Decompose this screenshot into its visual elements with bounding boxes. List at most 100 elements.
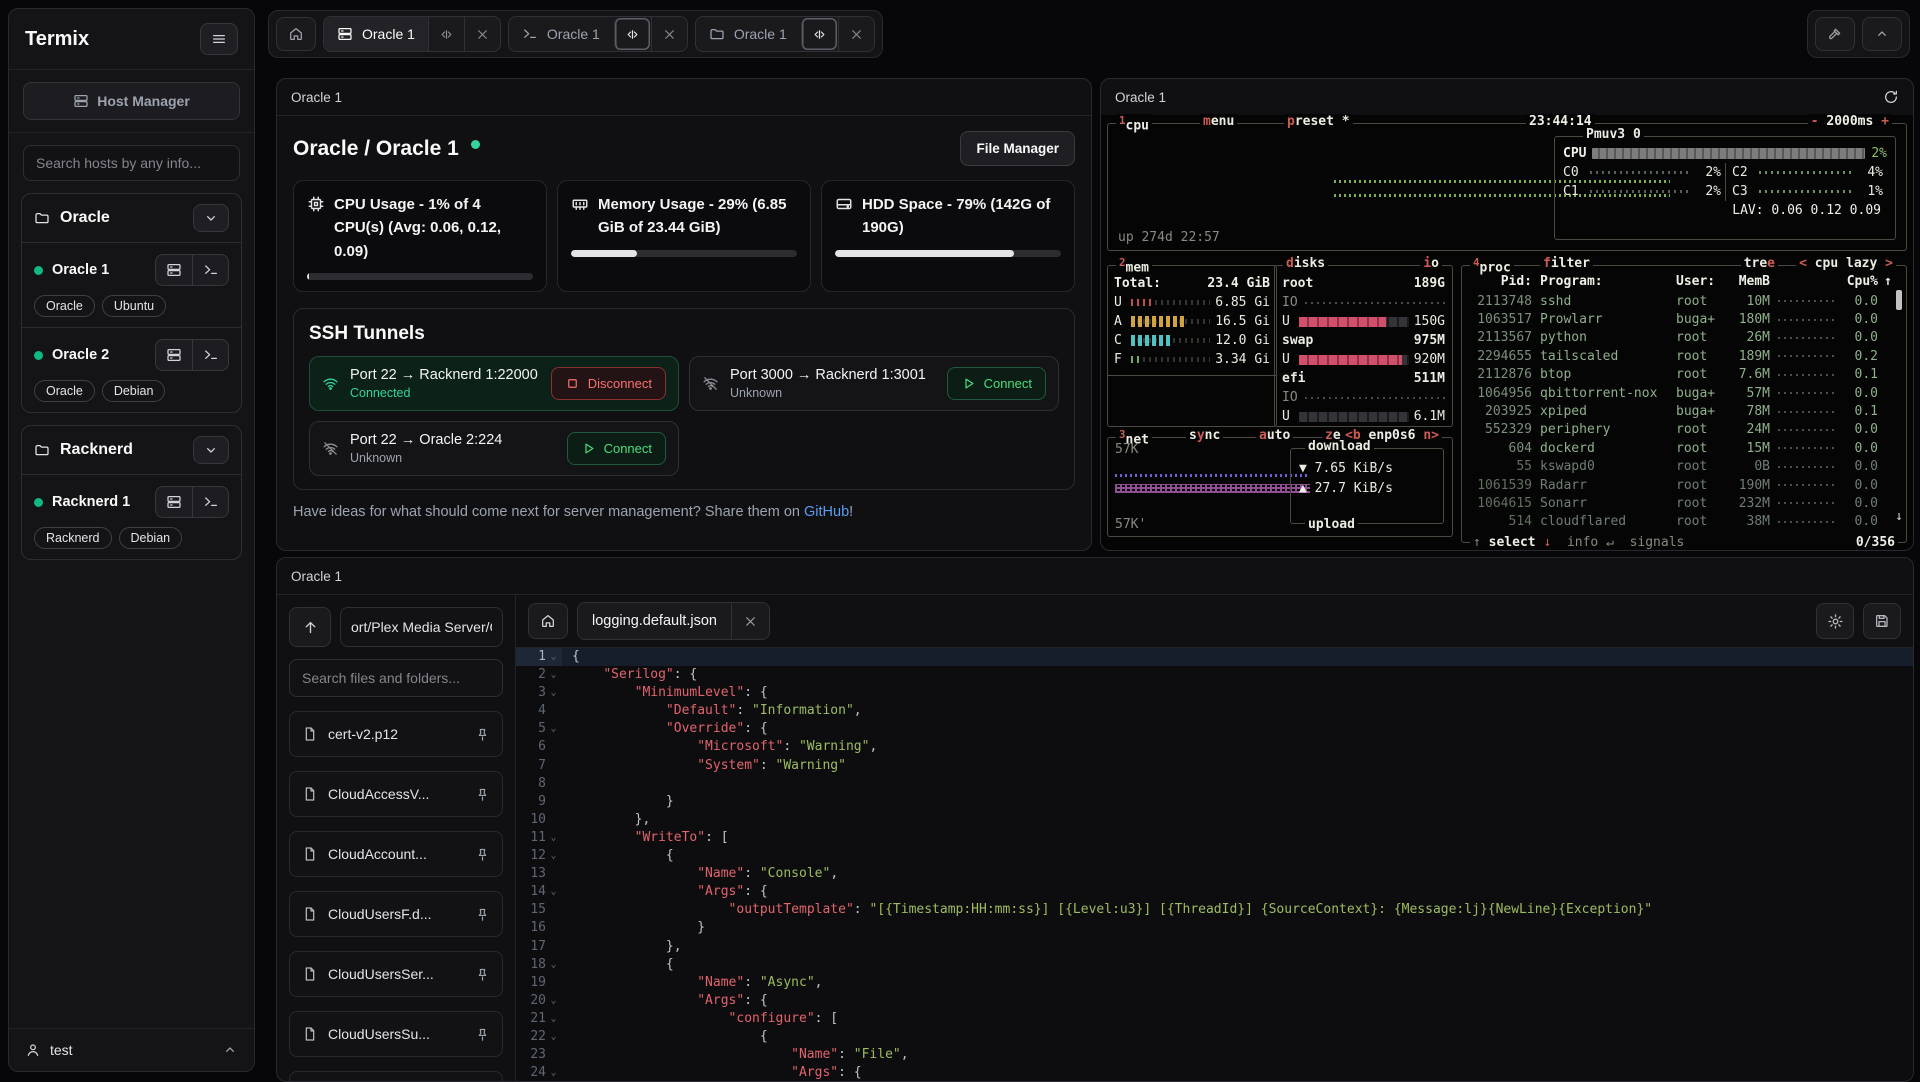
line-number[interactable]: 18⌄ [516, 956, 562, 974]
group-collapse-button[interactable] [193, 204, 229, 232]
sidebar-footer[interactable]: test [9, 1028, 254, 1071]
session-tab[interactable]: Oracle 1 [323, 16, 501, 52]
up-directory-button[interactable] [289, 607, 331, 647]
pin-icon[interactable] [475, 847, 490, 862]
file-item[interactable]: CloudAccessV... [289, 771, 503, 817]
host-search-input[interactable] [23, 145, 240, 181]
line-number[interactable]: 8 [516, 775, 562, 793]
split-view-button[interactable] [428, 17, 464, 51]
pin-icon[interactable] [475, 1027, 490, 1042]
process-row[interactable]: 514cloudflaredroot38M0.0 [1462, 513, 1906, 531]
close-tab-button[interactable] [731, 603, 769, 639]
line-number[interactable]: 22⌄ [516, 1028, 562, 1046]
process-row[interactable]: 1061539Radarrroot190M0.0 [1462, 476, 1906, 494]
line-number[interactable]: 11⌄ [516, 829, 562, 847]
pin-icon[interactable] [475, 907, 490, 922]
file-item[interactable]: CloudUsersF.d... [289, 891, 503, 937]
connect-button[interactable]: Connect [947, 367, 1046, 400]
line-number[interactable]: 15 [516, 901, 562, 919]
file-icon [302, 786, 318, 802]
process-row[interactable]: 2112876btoproot7.6M0.1 [1462, 366, 1906, 384]
line-number[interactable]: 12⌄ [516, 847, 562, 865]
process-row[interactable]: 2113748sshdroot10M0.0 [1462, 292, 1906, 310]
group-header[interactable]: Racknerd [22, 426, 241, 474]
tools-button[interactable] [1815, 17, 1855, 51]
host-terminal-button[interactable] [192, 487, 228, 517]
line-number[interactable]: 2⌄ [516, 666, 562, 684]
host-stats-button[interactable] [156, 255, 192, 285]
collapse-tabbar-button[interactable] [1862, 17, 1902, 51]
home-button[interactable] [276, 17, 316, 51]
host-stats-button[interactable] [156, 340, 192, 370]
file-item[interactable]: CloudAccount... [289, 831, 503, 877]
line-number[interactable]: 24⌄ [516, 1064, 562, 1082]
host-stats-button[interactable] [156, 487, 192, 517]
terminal-display[interactable]: 1cpu menu preset * 23:44:14 - 2000ms + P… [1101, 115, 1913, 550]
process-row[interactable]: 1063517Prowlarrbuga+180M0.0 [1462, 310, 1906, 328]
line-number[interactable]: 16 [516, 919, 562, 937]
pin-icon[interactable] [475, 967, 490, 982]
process-row[interactable]: 1064615Sonarrroot232M0.0 [1462, 494, 1906, 512]
close-tab-button[interactable] [464, 17, 500, 51]
pin-icon[interactable] [475, 727, 490, 742]
process-row[interactable]: 604dockerdroot15M0.0 [1462, 439, 1906, 457]
line-number[interactable]: 5⌄ [516, 720, 562, 738]
code-line: 9 } [516, 793, 1913, 811]
host-item[interactable]: Oracle 1 OracleUbuntu [22, 242, 241, 327]
split-icon [439, 27, 454, 42]
process-row[interactable]: 1064956qbittorrent-noxbuga+57M0.0 [1462, 384, 1906, 402]
editor-settings-button[interactable] [1816, 603, 1854, 639]
line-number[interactable]: 3⌄ [516, 684, 562, 702]
pin-icon[interactable] [475, 787, 490, 802]
session-tab[interactable]: Oracle 1 [508, 16, 688, 52]
line-number[interactable]: 17 [516, 938, 562, 956]
github-link[interactable]: GitHub [804, 504, 849, 520]
line-number[interactable]: 1⌄ [516, 648, 562, 666]
file-item[interactable]: CloudUsersSu... [289, 1011, 503, 1057]
chevron-up-icon[interactable] [222, 1042, 238, 1058]
split-view-button[interactable] [614, 18, 650, 50]
host-terminal-button[interactable] [192, 340, 228, 370]
line-number[interactable]: 4 [516, 702, 562, 720]
line-number[interactable]: 9 [516, 793, 562, 811]
split-view-button[interactable] [801, 18, 837, 50]
line-number[interactable]: 6 [516, 738, 562, 756]
process-row[interactable]: 2113567pythonroot26M0.0 [1462, 329, 1906, 347]
file-search-input[interactable] [289, 659, 503, 697]
process-row[interactable]: 203925xpipedbuga+78M0.1 [1462, 402, 1906, 420]
close-tab-button[interactable] [838, 17, 874, 51]
group-collapse-button[interactable] [193, 436, 229, 464]
file-item[interactable]: CloudUsersSer... [289, 951, 503, 997]
file-manager-button[interactable]: File Manager [960, 131, 1075, 166]
disconnect-button[interactable]: Disconnect [551, 367, 666, 400]
editor-home-button[interactable] [528, 603, 568, 639]
process-row[interactable]: 2294655tailscaledroot189M0.2 [1462, 347, 1906, 365]
line-number[interactable]: 23 [516, 1046, 562, 1064]
process-row[interactable]: 55kswapd0root0B0.0 [1462, 458, 1906, 476]
line-number[interactable]: 20⌄ [516, 992, 562, 1010]
line-number[interactable]: 7 [516, 757, 562, 775]
code-editor[interactable]: 1⌄{2⌄ "Serilog": {3⌄ "MinimumLevel": {4 … [516, 648, 1913, 1082]
host-terminal-button[interactable] [192, 255, 228, 285]
line-number[interactable]: 14⌄ [516, 883, 562, 901]
proc-scrollbar[interactable] [1896, 290, 1902, 310]
file-item[interactable] [289, 1071, 503, 1082]
line-number[interactable]: 10 [516, 811, 562, 829]
line-number[interactable]: 13 [516, 865, 562, 883]
file-item[interactable]: cert-v2.p12 [289, 711, 503, 757]
path-input[interactable] [340, 607, 503, 647]
host-item[interactable]: Oracle 2 OracleDebian [22, 327, 241, 412]
connect-button[interactable]: Connect [567, 432, 666, 465]
editor-tab[interactable]: logging.default.json [577, 602, 770, 640]
session-tab[interactable]: Oracle 1 [695, 16, 875, 52]
host-manager-button[interactable]: Host Manager [23, 82, 240, 120]
line-number[interactable]: 19 [516, 974, 562, 992]
process-row[interactable]: 552329peripheryroot24M0.0 [1462, 421, 1906, 439]
sidebar-collapse-button[interactable] [200, 23, 238, 55]
line-number[interactable]: 21⌄ [516, 1010, 562, 1028]
close-tab-button[interactable] [651, 17, 687, 51]
save-file-button[interactable] [1863, 603, 1901, 639]
group-header[interactable]: Oracle [22, 194, 241, 242]
host-item[interactable]: Racknerd 1 RacknerdDebian [22, 474, 241, 559]
refresh-icon[interactable] [1883, 89, 1899, 105]
